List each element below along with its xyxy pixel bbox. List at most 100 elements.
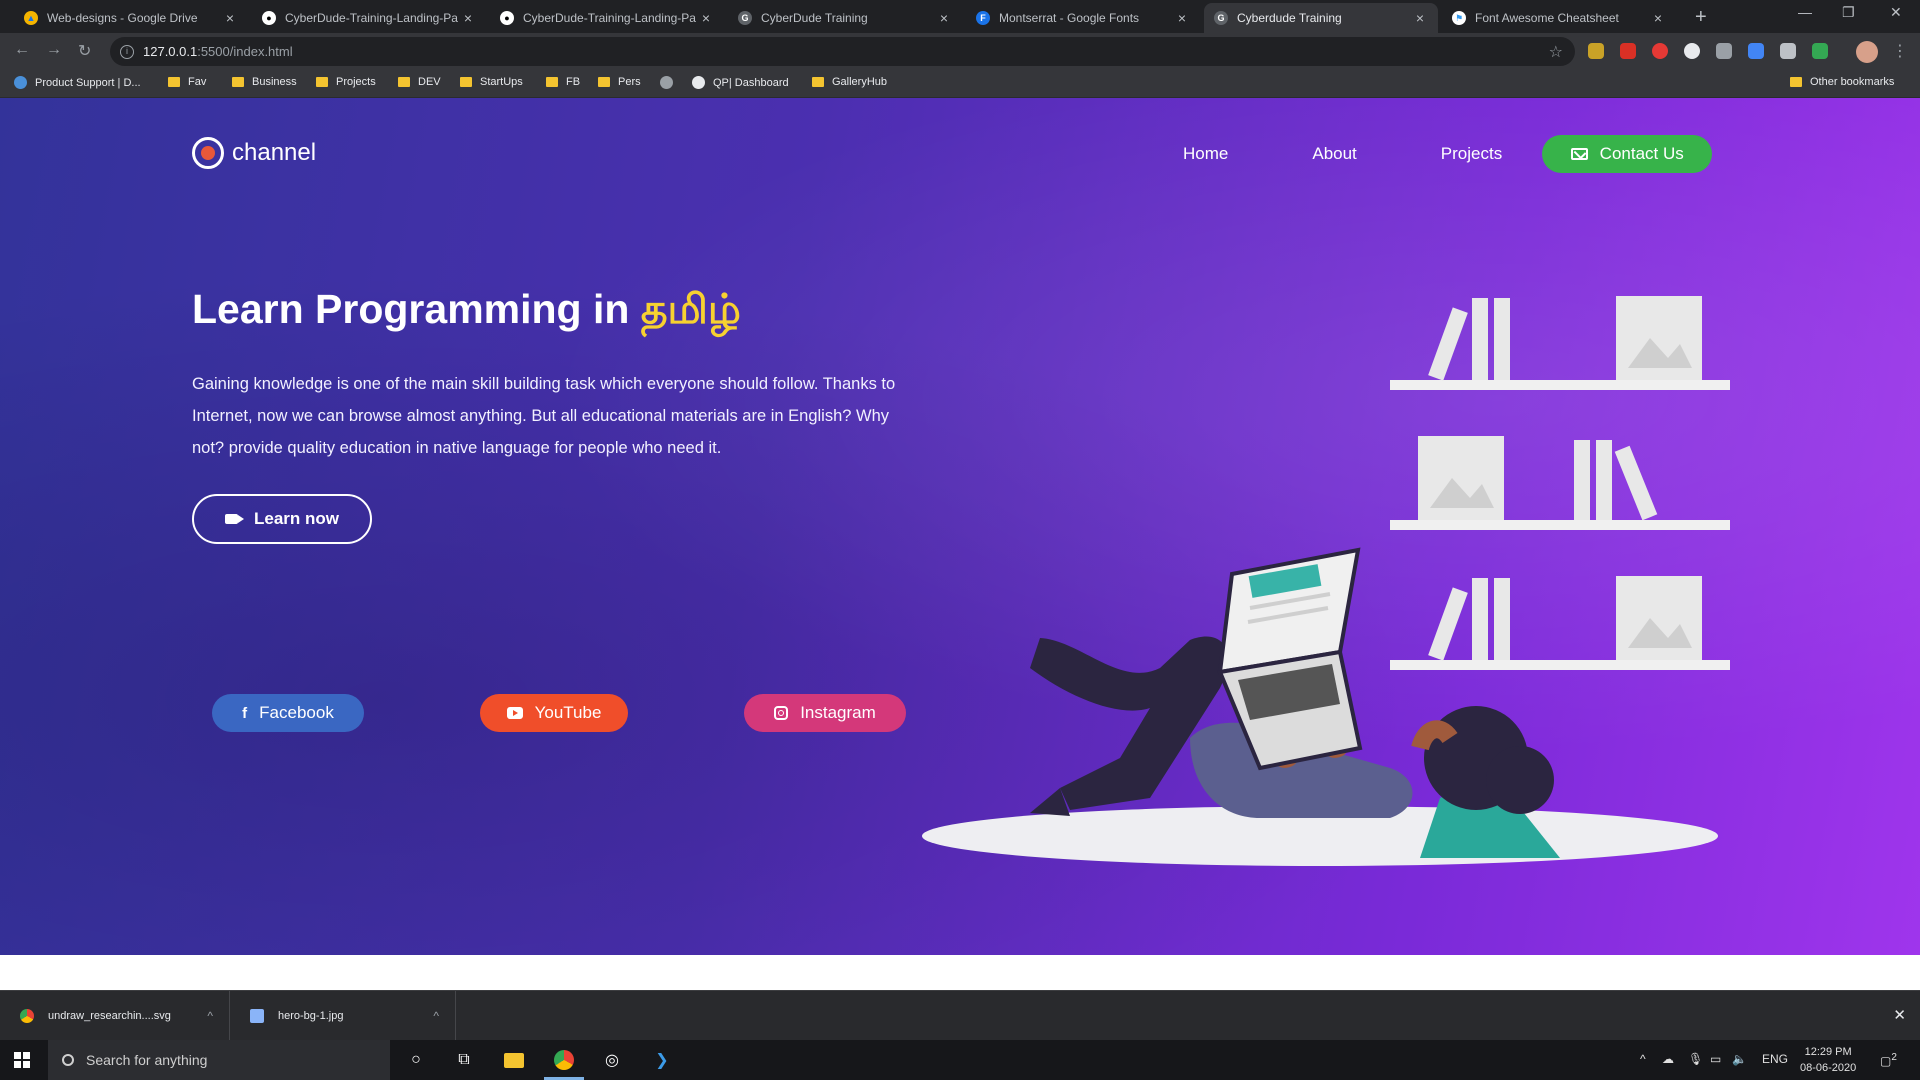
chrome-icon xyxy=(20,1009,34,1023)
globe-icon xyxy=(660,76,673,89)
notification-count: 2 xyxy=(1891,1052,1897,1063)
minimize-button[interactable]: — xyxy=(1798,4,1812,20)
back-icon[interactable]: ← xyxy=(14,41,30,59)
close-icon[interactable]: × xyxy=(1650,10,1666,26)
extension-icon[interactable] xyxy=(1716,43,1732,59)
address-bar[interactable]: i 127.0.0.1:5500/index.html ☆ xyxy=(110,37,1575,66)
chrome-menu-icon[interactable]: ⋮ xyxy=(1892,41,1908,61)
contact-label: Contact Us xyxy=(1599,144,1684,163)
bookmark-fav[interactable]: Fav xyxy=(168,76,206,88)
window-close-button[interactable]: ✕ xyxy=(1890,4,1902,21)
new-tab-button[interactable]: + xyxy=(1695,6,1707,29)
learn-now-button[interactable]: Learn now xyxy=(192,494,372,544)
nav-projects[interactable]: Projects xyxy=(1441,144,1502,164)
tab-strip: ▲ Web-designs - Google Drive × ● CyberDu… xyxy=(0,0,1920,33)
folder-icon xyxy=(1790,77,1802,87)
bookmark-startups[interactable]: StartUps xyxy=(460,76,523,88)
nav-about[interactable]: About xyxy=(1312,144,1356,164)
extension-icon[interactable] xyxy=(1780,43,1796,59)
language-indicator[interactable]: ENG xyxy=(1762,1052,1788,1066)
bookmark-dev[interactable]: DEV xyxy=(398,76,441,88)
close-downloads-icon[interactable]: ✕ xyxy=(1893,1006,1906,1024)
profile-avatar[interactable] xyxy=(1856,41,1878,63)
bookmark-star-icon[interactable]: ☆ xyxy=(1549,42,1563,62)
tab-github-1[interactable]: ● CyberDude-Training-Landing-Pa × xyxy=(252,3,486,33)
task-view-icon[interactable]: ⧉ xyxy=(452,1048,476,1072)
bookmark-business[interactable]: Business xyxy=(232,76,297,88)
youtube-button[interactable]: YouTube xyxy=(480,694,628,732)
github-icon: ● xyxy=(262,11,276,25)
volume-icon[interactable]: 🔈 xyxy=(1732,1052,1747,1066)
bookmark-projects[interactable]: Projects xyxy=(316,76,376,88)
bookmark-other[interactable]: Other bookmarks xyxy=(1790,76,1894,88)
folder-icon xyxy=(168,77,180,87)
contact-us-button[interactable]: Contact Us xyxy=(1542,135,1713,173)
site-logo[interactable]: channel xyxy=(192,137,316,169)
video-camera-icon xyxy=(224,514,244,524)
extension-icon[interactable] xyxy=(1588,43,1604,59)
tab-cyberdude-active[interactable]: G Cyberdude Training × xyxy=(1204,3,1438,33)
facebook-button[interactable]: f Facebook xyxy=(212,694,364,732)
close-icon[interactable]: × xyxy=(222,10,238,26)
chrome-taskbar-icon[interactable] xyxy=(552,1048,576,1072)
restore-button[interactable]: ❐ xyxy=(1842,4,1855,21)
tab-google-fonts[interactable]: F Montserrat - Google Fonts × xyxy=(966,3,1200,33)
file-explorer-icon[interactable] xyxy=(502,1048,526,1072)
tab-cyberdude-training[interactable]: G CyberDude Training × xyxy=(728,3,962,33)
onedrive-icon[interactable]: ☁ xyxy=(1662,1052,1674,1066)
close-icon[interactable]: × xyxy=(1412,10,1428,26)
download-item[interactable]: undraw_researchin....svg ^ xyxy=(0,991,230,1041)
folder-icon xyxy=(460,77,472,87)
chevron-up-icon[interactable]: ^ xyxy=(1640,1052,1646,1066)
tab-font-awesome[interactable]: ⚑ Font Awesome Cheatsheet × xyxy=(1442,3,1676,33)
url-path: :5500/index.html xyxy=(197,44,293,59)
instagram-button[interactable]: Instagram xyxy=(744,694,906,732)
vscode-icon[interactable]: ❯ xyxy=(650,1048,674,1072)
bookmark-label: GalleryHub xyxy=(832,76,888,88)
cortana-icon[interactable]: ○ xyxy=(404,1048,428,1072)
clock-date: 08-06-2020 xyxy=(1800,1062,1857,1074)
main-nav: Home About Projects Contact Us xyxy=(1183,135,1713,173)
tab-github-2[interactable]: ● CyberDude-Training-Landing-Pa × xyxy=(490,3,724,33)
system-clock[interactable]: 12:29 PM 08-06-2020 xyxy=(1800,1044,1856,1076)
windows-start-icon[interactable] xyxy=(14,1052,30,1068)
notification-center-icon[interactable]: ▢2 xyxy=(1880,1052,1897,1068)
bookmark-qp-dashboard[interactable]: QP| Dashboard xyxy=(692,76,789,89)
close-icon[interactable]: × xyxy=(460,10,476,26)
bookmark-unnamed[interactable] xyxy=(660,76,681,89)
extension-icon[interactable] xyxy=(1748,43,1764,59)
bookmark-fb[interactable]: FB xyxy=(546,76,580,88)
close-icon[interactable]: × xyxy=(936,10,952,26)
tab-google-drive[interactable]: ▲ Web-designs - Google Drive × xyxy=(14,3,248,33)
close-icon[interactable]: × xyxy=(1174,10,1190,26)
folder-icon xyxy=(812,77,824,87)
bookmark-label: FB xyxy=(566,76,581,88)
chevron-up-icon[interactable]: ^ xyxy=(207,1009,213,1023)
chevron-up-icon[interactable]: ^ xyxy=(433,1009,439,1023)
network-icon[interactable]: ▭ xyxy=(1710,1052,1721,1066)
bookmark-galleryhub[interactable]: GalleryHub xyxy=(812,76,887,88)
extension-icon[interactable] xyxy=(1620,43,1636,59)
app-icon[interactable]: ◎ xyxy=(600,1048,624,1072)
facebook-icon: f xyxy=(242,704,248,722)
reload-icon[interactable]: ↻ xyxy=(78,41,91,61)
extension-icon[interactable] xyxy=(1652,43,1668,59)
forward-icon[interactable]: → xyxy=(46,41,62,59)
extension-icon[interactable] xyxy=(1684,43,1700,59)
taskbar-search[interactable]: Search for anything xyxy=(48,1040,390,1080)
downloads-bar: undraw_researchin....svg ^ hero-bg-1.jpg… xyxy=(0,990,1920,1041)
github-icon: ● xyxy=(500,11,514,25)
search-icon xyxy=(62,1054,74,1066)
hero-description: Gaining knowledge is one of the main ski… xyxy=(192,375,896,457)
tab-title: Cyberdude Training xyxy=(1237,11,1342,25)
google-fonts-icon: F xyxy=(976,11,990,25)
bookmark-product-support[interactable]: Product Support | D... xyxy=(14,76,141,89)
microphone-icon[interactable]: 🎙 xyxy=(1688,1052,1703,1066)
bookmark-pers[interactable]: Pers xyxy=(598,76,641,88)
extension-icon[interactable] xyxy=(1812,43,1828,59)
download-item[interactable]: hero-bg-1.jpg ^ xyxy=(230,991,456,1041)
folder-icon xyxy=(598,77,610,87)
site-info-icon[interactable]: i xyxy=(120,44,134,59)
close-icon[interactable]: × xyxy=(698,10,714,26)
nav-home[interactable]: Home xyxy=(1183,144,1228,164)
